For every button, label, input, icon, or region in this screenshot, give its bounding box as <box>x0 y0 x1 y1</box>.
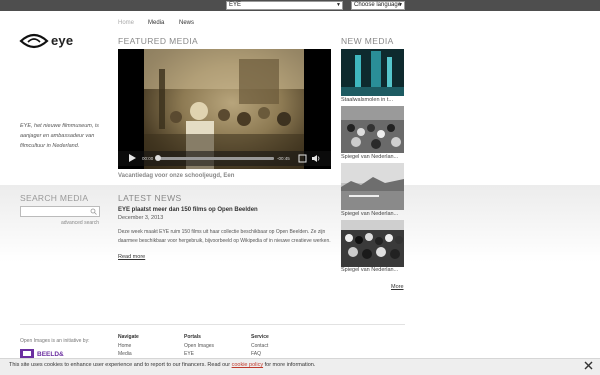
footer-link[interactable]: EYE <box>184 351 194 357</box>
chevron-down-icon: ▼ <box>336 2 341 8</box>
close-icon[interactable] <box>583 360 594 371</box>
thumbnail-image <box>341 163 404 210</box>
progress-bar[interactable] <box>156 157 274 160</box>
cookie-policy-link[interactable]: cookie policy <box>232 362 264 368</box>
footer-link[interactable]: FAQ <box>251 351 261 357</box>
fullscreen-icon[interactable] <box>298 154 307 163</box>
media-caption[interactable]: Spiegel van Nederlan... <box>341 267 407 273</box>
channel-select-value: EYE <box>229 2 242 8</box>
play-icon[interactable] <box>127 153 137 163</box>
media-thumbnail[interactable] <box>341 220 404 267</box>
media-caption[interactable]: Spiegel van Nederlan... <box>341 154 407 160</box>
search-icon[interactable] <box>90 208 97 215</box>
media-thumbnail[interactable] <box>341 49 404 96</box>
cookie-text-after: for more information. <box>263 362 316 368</box>
media-thumbnail[interactable] <box>341 106 404 153</box>
footer-column-title: Portals <box>184 334 201 340</box>
nav-media[interactable]: Media <box>148 20 164 26</box>
footer-link[interactable]: Contact <box>251 343 268 349</box>
footer-note: Open Images is an initiative by: <box>20 338 90 344</box>
news-date: December 3, 2013 <box>118 215 164 221</box>
thumbnail-image <box>341 106 404 153</box>
news-body: Deze week maakt EYE ruim 150 films uit h… <box>118 229 331 244</box>
progress-knob[interactable] <box>155 155 161 161</box>
language-select-value: Choose language <box>354 2 402 8</box>
video-caption[interactable]: Vacantiedag voor onze schooljeugd, Een <box>118 173 234 179</box>
logo-text: eye <box>51 33 74 48</box>
footer-column-title: Navigate <box>118 334 139 340</box>
news-headline[interactable]: EYE plaatst meer dan 150 films op Open B… <box>118 207 258 213</box>
read-more-link[interactable]: Read more <box>118 254 145 260</box>
footer-link[interactable]: Open Images <box>184 343 214 349</box>
new-media-title: NEW MEDIA <box>341 36 394 46</box>
time-total: -00:45 <box>277 156 290 161</box>
chevron-down-icon: ▼ <box>398 2 403 8</box>
thumbnail-image <box>341 49 404 96</box>
volume-icon[interactable] <box>311 154 321 163</box>
search-input[interactable] <box>20 206 100 217</box>
cookie-text-before: This site uses cookies to enhance user e… <box>9 362 232 368</box>
media-caption[interactable]: Spiegel van Nederlan... <box>341 211 407 217</box>
latest-news-title: LATEST NEWS <box>118 193 182 203</box>
media-thumbnail[interactable] <box>341 163 404 210</box>
featured-media-title: FEATURED MEDIA <box>118 36 199 46</box>
svg-text:BEELD&: BEELD& <box>37 351 64 358</box>
language-select[interactable]: Choose language ▼ <box>351 1 405 10</box>
footer-divider <box>20 324 405 325</box>
footer-link[interactable]: Media <box>118 351 132 357</box>
advanced-search-link[interactable]: advanced search <box>61 220 99 226</box>
search-media-title: SEARCH MEDIA <box>20 193 89 203</box>
cookie-message: This site uses cookies to enhance user e… <box>9 362 315 368</box>
footer-link[interactable]: Home <box>118 343 131 349</box>
time-current: 00:00 <box>142 156 154 161</box>
nav-home[interactable]: Home <box>118 20 134 26</box>
more-link[interactable]: More <box>391 284 404 290</box>
nav-news[interactable]: News <box>179 20 194 26</box>
media-caption[interactable]: Staalwalsmolen in t... <box>341 97 407 103</box>
tagline: EYE, het nieuwe filmmuseum, is aanjager … <box>20 123 99 149</box>
channel-select[interactable]: EYE ▼ <box>226 1 343 10</box>
footer-column-title: Service <box>251 334 269 340</box>
thumbnail-image <box>341 220 404 267</box>
